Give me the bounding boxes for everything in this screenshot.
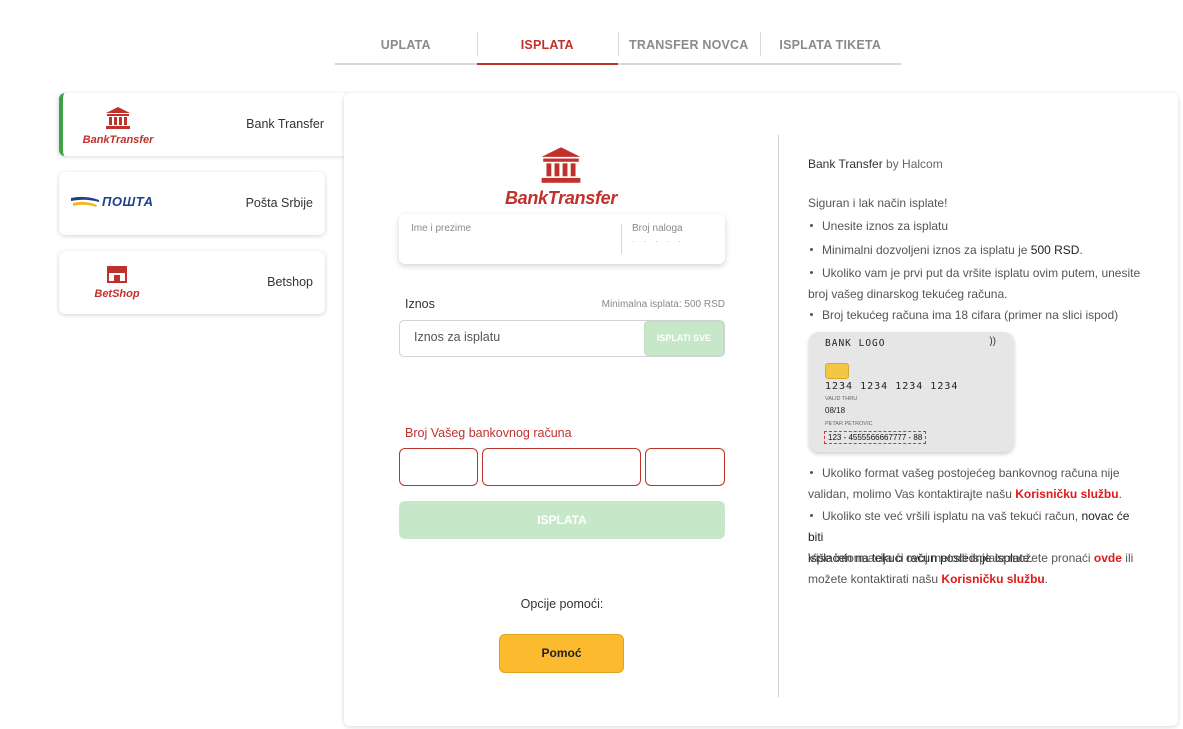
bank-account-part1-input[interactable] [399,448,478,486]
example-card: BANK LOGO )) 1234 1234 1234 1234 VALID T… [809,332,1014,452]
tab-uplata[interactable]: UPLATA [335,30,477,63]
tab-isplata[interactable]: ISPLATA [476,30,619,65]
name-label: Ime i prezime [411,223,472,234]
shop-icon [107,266,127,283]
help-options-label: Opcije pomoći: [520,597,604,611]
bank-icon [541,147,581,183]
method-bank-transfer[interactable]: BankTransfer Bank Transfer [59,93,349,156]
more-info: Više informacija o ovoj metodi isplate m… [808,551,1134,586]
amount-label: Iznos [405,297,435,311]
card-valid-thru-label: VALID THRU [825,396,858,402]
betshop-logo-text: BetShop [94,288,140,300]
method-betshop[interactable]: BetShop Betshop [59,251,325,314]
info-bullet-text: Ukoliko ste već vršili isplatu na vaš te… [822,509,1082,523]
contactless-icon: )) [989,336,996,347]
account-id-label: Broj naloga [632,223,683,234]
bank-transfer-logo: BankTransfer [78,107,158,146]
provider-title: Bank Transfer by Halcom [808,154,943,175]
user-info-box: Ime i prezime Broj naloga · · · · · [399,214,725,264]
bank-account-label: Broj Vašeg bankovnog računa [405,426,572,440]
help-button[interactable]: Pomoć [499,634,624,673]
user-info-separator [621,224,622,254]
posta-logo: ПОШТА [71,194,154,209]
bank-account-part3-input[interactable] [645,448,725,486]
info-bullet: Ukoliko vam je prvi put da vršite isplat… [808,263,1143,305]
bank-transfer-form-logo: BankTransfer [500,147,622,209]
method-label: Betshop [267,275,313,289]
info-bullet-text: Ukoliko vam je prvi put da vršite isplat… [822,266,1141,280]
payout-panel [344,93,1178,726]
info-bullet-text: Broj tekućeg računa ima 18 cifara (prime… [822,308,1119,322]
panel-divider [778,135,779,697]
tab-transfer-novca[interactable]: TRANSFER NOVCA [618,30,760,63]
bank-account-part2-input[interactable] [482,448,641,486]
card-expiry: 08/18 [825,406,846,415]
bank-transfer-form-logo-text: BankTransfer [504,188,618,208]
customer-service-link[interactable]: Korisničku službu [1015,487,1118,501]
info-bullet-text: validan, molimo Vas kontaktirajte našu [808,487,1016,501]
more-info-text: možete kontaktirati našu [808,572,942,586]
card-account-number: 123 - 4555566667777 - 88 [824,431,927,444]
more-info-link[interactable]: ovde [1094,551,1122,565]
method-posta-srbije[interactable]: ПОШТА Pošta Srbije [59,172,325,235]
info-intro: Siguran i lak način isplate! [808,196,948,210]
info-bullet: Broj tekućeg računa ima 18 cifara (prime… [808,305,1143,326]
provider-name: Bank Transfer [808,157,883,171]
more-info-text: Više informacija o ovoj metodi isplate m… [808,551,1094,565]
posta-horn-icon [71,196,99,207]
amount-field: ISPLATI SVE [399,320,725,357]
provider-by: by Halcom [886,157,943,171]
payment-tabs: UPLATA ISPLATA TRANSFER NOVCA ISPLATA TI… [335,30,901,65]
posta-logo-text: ПОШТА [102,194,154,209]
pay-all-button[interactable]: ISPLATI SVE [644,321,724,356]
customer-service-link[interactable]: Korisničku službu [941,572,1044,586]
tab-isplata-tiketa[interactable]: ISPLATA TIKETA [759,30,902,63]
info-bullet-text: Ukoliko format vašeg postojećeg bankovno… [822,466,1120,480]
card-number: 1234 1234 1234 1234 [825,381,959,392]
payout-submit-button[interactable]: ISPLATA [399,501,725,539]
info-bullet-text: Minimalni dozvoljeni iznos za isplatu je [822,243,1031,257]
card-chip-icon [825,363,849,379]
info-bullet: Ukoliko format vašeg postojećeg bankovno… [808,466,1122,501]
account-id-placeholder: · · · · · [632,236,684,246]
info-bullet: Minimalni dozvoljeni iznos za isplatu je… [808,240,1143,261]
info-bullet-text: Unesite iznos za isplatu [822,219,949,233]
method-label: Pošta Srbije [245,196,313,210]
more-info-text: ili [1121,551,1134,565]
min-amount-value: 500 RSD [1030,243,1080,257]
amount-input[interactable] [414,330,634,344]
card-bank-logo: BANK LOGO [825,338,886,349]
info-bullet-text: broj vašeg dinarskog tekućeg računa. [808,287,1008,301]
info-bullet: Unesite iznos za isplatu [808,216,1143,237]
min-payout-label: Minimalna isplata: 500 RSD [601,299,725,310]
betshop-logo: BetShop [89,265,145,300]
bank-icon [106,107,130,129]
method-label: Bank Transfer [246,117,324,131]
card-holder: PETAR PETROVIC [825,421,873,427]
bank-transfer-logo-text: BankTransfer [82,134,154,146]
